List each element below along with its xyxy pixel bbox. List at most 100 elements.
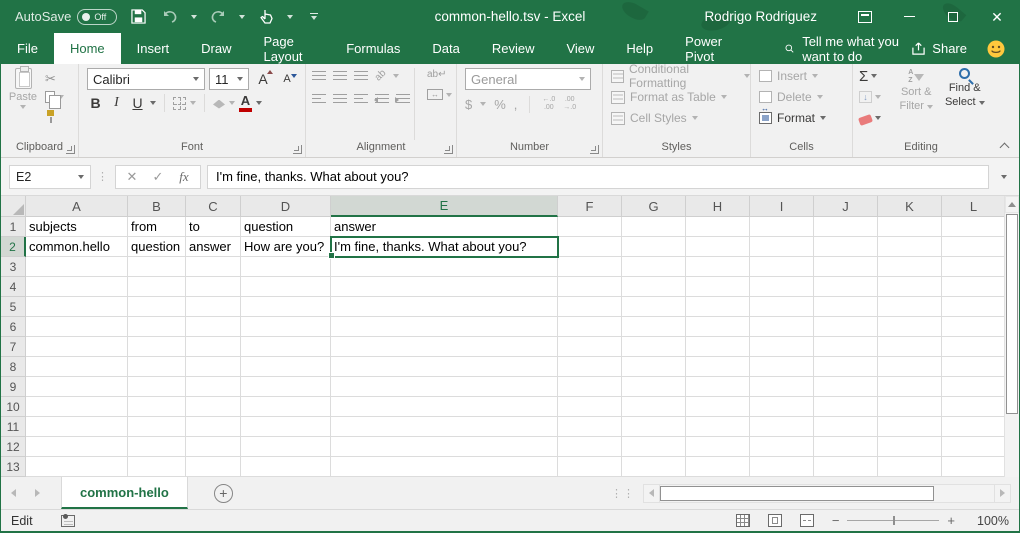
tab-file[interactable]: File — [1, 33, 54, 64]
increase-indent-button[interactable] — [396, 94, 410, 104]
font-color-button[interactable]: A — [239, 94, 252, 112]
vertical-scroll-thumb[interactable] — [1006, 214, 1018, 414]
cell[interactable] — [750, 337, 814, 357]
cell[interactable] — [878, 397, 942, 417]
cell[interactable] — [686, 377, 750, 397]
cell[interactable] — [942, 417, 1006, 437]
close-button[interactable]: ✕ — [975, 0, 1019, 33]
cell[interactable] — [331, 257, 558, 277]
column-header-j[interactable]: J — [814, 196, 878, 217]
cell[interactable] — [26, 377, 128, 397]
format-painter-button[interactable] — [45, 108, 64, 124]
row-header-10[interactable]: 10 — [1, 397, 26, 417]
tab-scroll-splitter[interactable]: ⋮⋮ — [611, 487, 635, 500]
cell[interactable] — [241, 297, 331, 317]
name-box[interactable]: E2 — [9, 165, 91, 189]
column-header-l[interactable]: L — [942, 196, 1006, 217]
cell[interactable] — [558, 237, 622, 257]
sheet-tab-common-hello[interactable]: common-hello — [61, 477, 188, 509]
cell[interactable] — [241, 337, 331, 357]
cell[interactable] — [750, 257, 814, 277]
cell-c1[interactable]: to — [186, 217, 241, 237]
cell[interactable] — [26, 457, 128, 477]
fill-color-dropdown-icon[interactable] — [229, 101, 235, 105]
tab-formulas[interactable]: Formulas — [330, 33, 416, 64]
copy-button[interactable] — [45, 89, 64, 105]
font-color-dropdown-icon[interactable] — [256, 101, 262, 105]
cell[interactable] — [331, 417, 558, 437]
tab-home[interactable]: Home — [54, 33, 121, 64]
undo-button[interactable] — [159, 6, 181, 28]
cell[interactable] — [331, 297, 558, 317]
font-dialog-launcher[interactable] — [293, 145, 302, 154]
zoom-out-button[interactable]: − — [832, 513, 840, 528]
column-header-k[interactable]: K — [878, 196, 942, 217]
redo-dropdown[interactable] — [239, 15, 245, 19]
number-dialog-launcher[interactable] — [590, 145, 599, 154]
format-cells-button[interactable]: Format — [759, 110, 826, 126]
cell[interactable] — [814, 357, 878, 377]
increase-decimal-button[interactable]: ←.0.00 — [542, 96, 555, 113]
cell[interactable] — [26, 357, 128, 377]
cell[interactable] — [814, 337, 878, 357]
select-all-corner[interactable] — [1, 196, 26, 217]
next-sheet-button[interactable] — [25, 477, 49, 509]
cell[interactable] — [942, 437, 1006, 457]
insert-cells-button[interactable]: Insert — [759, 68, 826, 84]
cell[interactable] — [241, 377, 331, 397]
cell[interactable] — [622, 277, 686, 297]
new-sheet-button[interactable]: + — [214, 484, 233, 503]
cell[interactable] — [128, 357, 186, 377]
cell[interactable] — [331, 377, 558, 397]
cell[interactable] — [128, 377, 186, 397]
accounting-format-button[interactable]: $ — [465, 97, 472, 112]
cell[interactable] — [622, 397, 686, 417]
cell[interactable] — [814, 317, 878, 337]
cell[interactable] — [241, 357, 331, 377]
cell[interactable] — [186, 297, 241, 317]
cell[interactable] — [26, 397, 128, 417]
cell-a1[interactable]: subjects — [26, 217, 128, 237]
cell[interactable] — [241, 277, 331, 297]
merge-center-button[interactable]: ↔ — [427, 89, 443, 100]
cell[interactable] — [186, 357, 241, 377]
column-header-e[interactable]: E — [331, 196, 558, 217]
cell[interactable] — [128, 317, 186, 337]
cell[interactable] — [622, 317, 686, 337]
cell[interactable] — [128, 257, 186, 277]
cancel-button[interactable]: ✕ — [120, 169, 144, 185]
cell-a2[interactable]: common.hello — [26, 237, 128, 257]
font-family-select[interactable]: Calibri — [87, 68, 205, 90]
borders-button[interactable] — [173, 97, 186, 110]
cell[interactable] — [128, 337, 186, 357]
cell[interactable] — [814, 297, 878, 317]
comma-style-button[interactable]: , — [514, 97, 518, 112]
find-select-button[interactable]: Find & Select — [940, 68, 989, 140]
cell[interactable] — [186, 337, 241, 357]
wrap-text-button[interactable]: ab↵ — [427, 69, 452, 80]
cell-styles-button[interactable]: Cell Styles — [611, 110, 750, 126]
enter-button[interactable]: ✓ — [146, 169, 170, 185]
scroll-left-button[interactable] — [643, 484, 660, 503]
cell[interactable] — [331, 457, 558, 477]
cell-b1[interactable]: from — [128, 217, 186, 237]
cell[interactable] — [558, 417, 622, 437]
cell[interactable] — [558, 437, 622, 457]
cell[interactable] — [814, 217, 878, 237]
cell[interactable] — [750, 297, 814, 317]
cell[interactable] — [942, 257, 1006, 277]
column-header-i[interactable]: I — [750, 196, 814, 217]
zoom-in-button[interactable]: + — [947, 513, 955, 528]
cell[interactable] — [622, 377, 686, 397]
font-size-select[interactable]: 11 — [209, 68, 249, 90]
align-middle-button[interactable] — [333, 71, 347, 81]
row-header-13[interactable]: 13 — [1, 457, 26, 477]
cell[interactable] — [331, 337, 558, 357]
cell[interactable] — [686, 317, 750, 337]
cell[interactable] — [750, 317, 814, 337]
cell[interactable] — [878, 377, 942, 397]
decrease-indent-button[interactable] — [375, 94, 389, 104]
cell[interactable] — [814, 457, 878, 477]
user-name[interactable]: Rodrigo Rodriguez — [704, 9, 817, 24]
conditional-formatting-button[interactable]: Conditional Formatting — [611, 68, 750, 84]
